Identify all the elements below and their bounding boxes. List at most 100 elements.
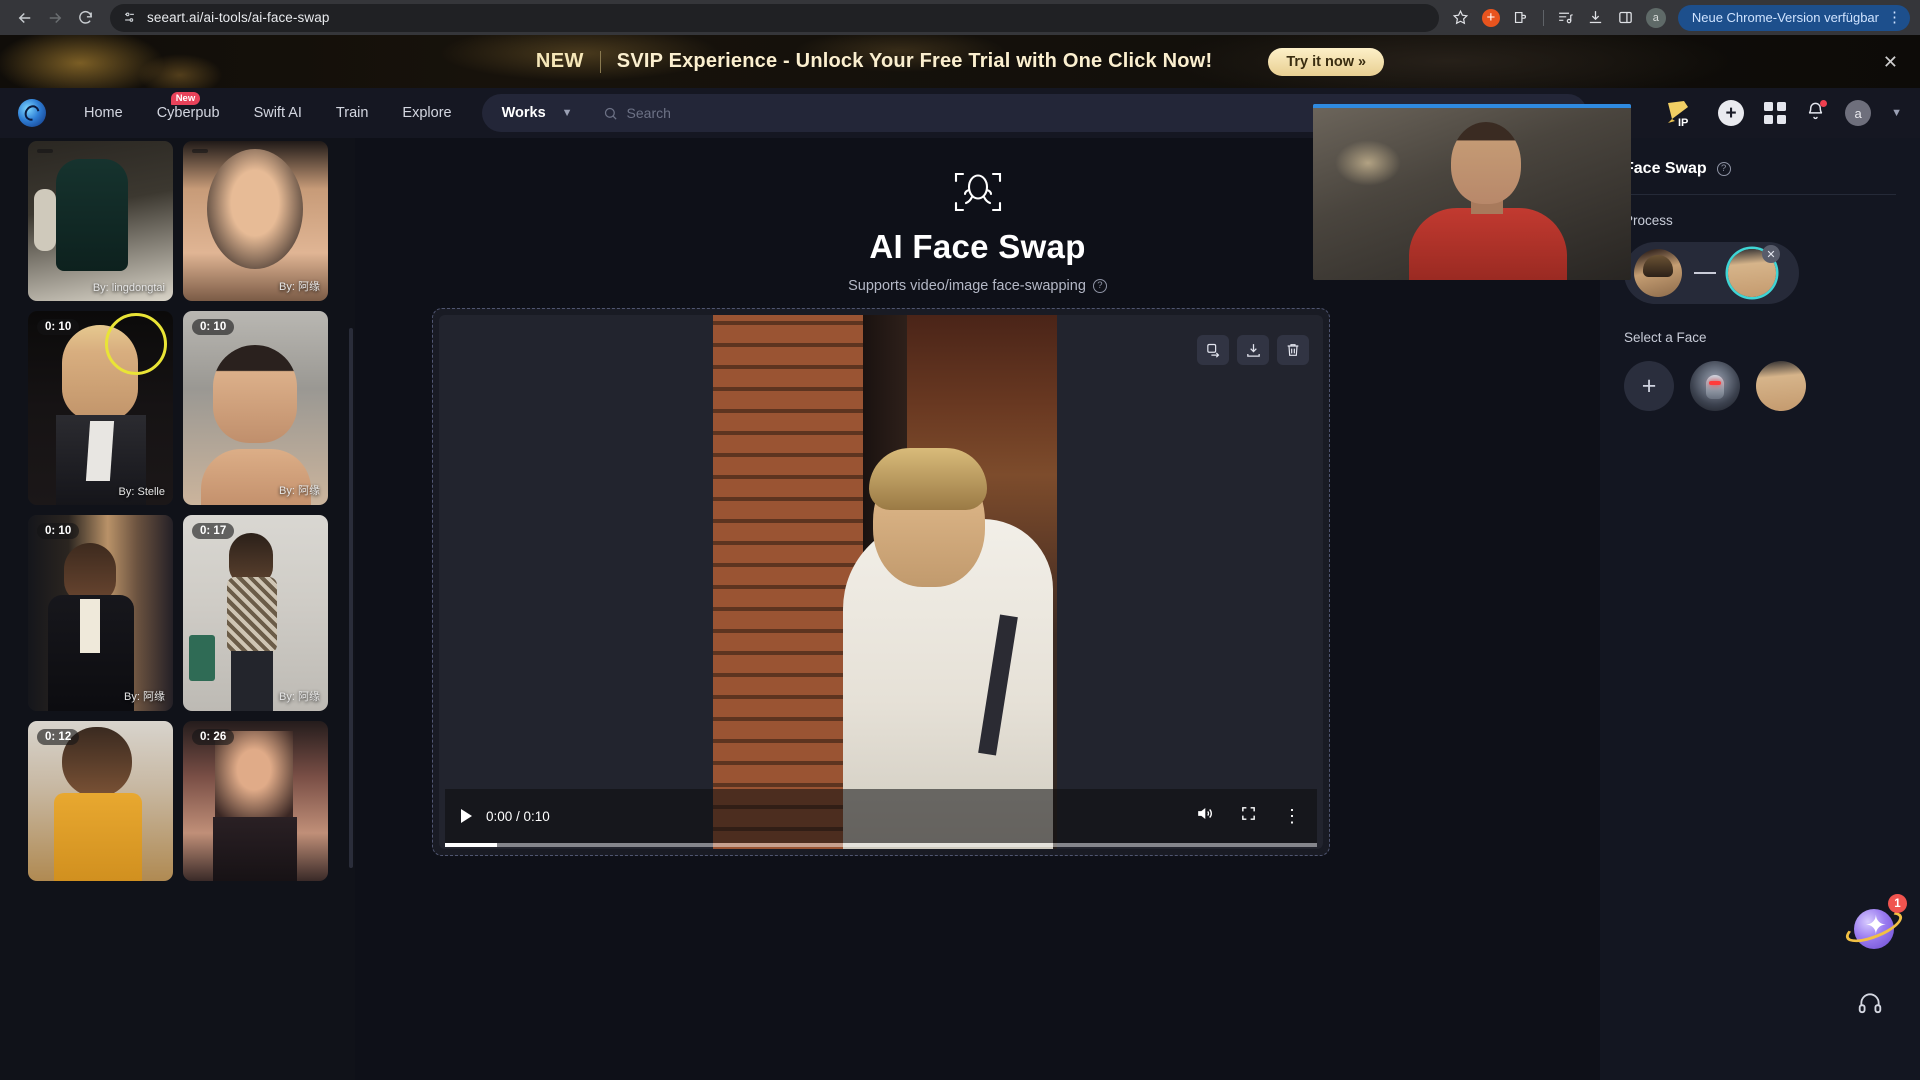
nav-label: Explore xyxy=(402,105,452,121)
vip-pen-icon[interactable]: IP xyxy=(1664,99,1698,129)
avatar-chevron-down-icon[interactable]: ▼ xyxy=(1891,107,1902,119)
chevron-down-icon[interactable]: ▼ xyxy=(562,107,573,119)
author-label: By: Stelle xyxy=(118,486,165,498)
pair-connector xyxy=(1694,272,1716,274)
list-item[interactable]: 0: 17 By: 阿缘 xyxy=(183,515,328,711)
list-item[interactable]: 0: 26 xyxy=(183,721,328,881)
bell-icon[interactable] xyxy=(1806,100,1828,125)
close-icon[interactable]: ✕ xyxy=(1762,245,1780,263)
video-player[interactable]: 0:00 / 0:10 ⋮ xyxy=(439,315,1323,849)
browser-toolbar: seeart.ai/ai-tools/ai-face-swap + a Neue… xyxy=(0,0,1920,35)
face-swap-pair[interactable]: ✕ xyxy=(1624,242,1799,304)
face-options-row: + xyxy=(1624,361,1896,411)
extensions-icon[interactable] xyxy=(1507,4,1535,32)
more-vertical-icon[interactable]: ⋮ xyxy=(1283,807,1301,825)
nav-new-badge: New xyxy=(170,92,201,106)
chrome-update-button[interactable]: Neue Chrome-Version verfügbar ⋮ xyxy=(1677,4,1910,31)
duration-badge xyxy=(192,149,208,153)
face-option-robot[interactable] xyxy=(1690,361,1740,411)
forward-arrow-icon[interactable] xyxy=(40,3,70,33)
face-option-kid[interactable] xyxy=(1756,361,1806,411)
nav-item-explore[interactable]: Explore xyxy=(402,105,451,121)
works-label: Works xyxy=(501,105,546,121)
right-panel-title: Face Swap xyxy=(1624,160,1707,177)
address-bar[interactable]: seeart.ai/ai-tools/ai-face-swap xyxy=(110,3,1439,32)
works-dropdown[interactable]: Works ▼ xyxy=(481,94,587,132)
reload-icon[interactable] xyxy=(70,3,100,33)
download-icon[interactable] xyxy=(1237,335,1269,365)
nav-item-home[interactable]: Home xyxy=(84,105,123,121)
headset-icon[interactable] xyxy=(1857,990,1883,1021)
select-a-face-label: Select a Face xyxy=(1624,330,1707,345)
kebab-menu-icon[interactable]: ⋮ xyxy=(1887,10,1902,25)
webcam-light-glow xyxy=(1335,140,1401,186)
video-progress-fill xyxy=(445,843,498,847)
nav-item-cyberpub[interactable]: New Cyberpub xyxy=(156,92,220,121)
video-scene-brick-wall xyxy=(713,315,863,849)
toolbar-divider xyxy=(1542,9,1544,26)
duration-badge: 0: 17 xyxy=(192,523,235,539)
fullscreen-icon[interactable] xyxy=(1240,805,1257,827)
question-mark-icon[interactable]: ? xyxy=(1092,279,1107,293)
app-header: Home New Cyberpub Swift AI Train Explore… xyxy=(0,88,1920,138)
volume-icon[interactable] xyxy=(1195,804,1214,828)
author-label: By: 阿缘 xyxy=(279,281,320,293)
plus-circle-icon[interactable]: + xyxy=(1718,100,1745,126)
close-icon[interactable]: ✕ xyxy=(1883,53,1898,71)
promo-message: SVIP Experience - Unlock Your Free Trial… xyxy=(616,50,1213,72)
list-item[interactable]: By: lingdongtai xyxy=(28,141,173,301)
source-face-thumb[interactable] xyxy=(1634,249,1682,297)
video-canvas xyxy=(713,315,1057,849)
list-item[interactable]: 0: 12 xyxy=(28,721,173,881)
promo-tag: NEW xyxy=(535,50,584,72)
avatar[interactable]: a xyxy=(1845,100,1872,126)
nav-item-swift-ai[interactable]: Swift AI xyxy=(254,105,302,121)
process-label: Process xyxy=(1624,213,1673,228)
extension-puzzle-orange-icon[interactable]: + xyxy=(1477,4,1505,32)
duration-badge: 0: 10 xyxy=(192,319,235,335)
list-item[interactable]: 0: 10 By: 阿缘 xyxy=(28,515,173,711)
browser-profile-avatar[interactable]: a xyxy=(1642,4,1670,32)
video-action-toolbar xyxy=(1197,335,1309,365)
promo-content: NEW SVIP Experience - Unlock Your Free T… xyxy=(0,35,1920,88)
video-progress-bar[interactable] xyxy=(445,843,1317,847)
add-face-button[interactable]: + xyxy=(1624,361,1674,411)
header-actions: IP + a ▼ xyxy=(1664,99,1902,129)
template-thumbnail-grid: By: lingdongtai By: 阿缘 0: 10 By: Stelle xyxy=(20,141,335,881)
main-nav: Home New Cyberpub Swift AI Train Explore xyxy=(84,92,452,121)
reading-list-icon[interactable] xyxy=(1552,4,1580,32)
seaart-logo[interactable] xyxy=(18,99,46,127)
author-label: By: 阿缘 xyxy=(279,485,320,497)
nav-label: Swift AI xyxy=(253,105,302,121)
sidebar-scrollbar[interactable] xyxy=(349,328,353,868)
search-placeholder: Search xyxy=(626,105,671,121)
video-result-frame: 0:00 / 0:10 ⋮ xyxy=(432,308,1330,856)
grid-apps-icon[interactable] xyxy=(1764,102,1787,124)
webcam-person-head xyxy=(1451,122,1521,204)
compare-swap-icon[interactable] xyxy=(1197,335,1229,365)
site-settings-icon[interactable] xyxy=(122,10,137,25)
thumbnail-image xyxy=(28,515,173,711)
planet-bolt-icon[interactable]: ✦ 1 xyxy=(1842,894,1907,958)
target-face-thumb[interactable]: ✕ xyxy=(1728,245,1780,297)
author-label: By: 阿缘 xyxy=(279,691,320,703)
video-controls-bar: 0:00 / 0:10 ⋮ xyxy=(445,789,1317,843)
promo-try-it-now-button[interactable]: Try it now » xyxy=(1268,47,1385,76)
nav-item-train[interactable]: Train xyxy=(336,105,369,121)
promo-banner[interactable]: NEW SVIP Experience - Unlock Your Free T… xyxy=(0,35,1920,88)
side-panel-icon[interactable] xyxy=(1612,4,1640,32)
thumbnail-image xyxy=(183,311,328,505)
back-arrow-icon[interactable] xyxy=(10,3,40,33)
list-item[interactable]: By: 阿缘 xyxy=(183,141,328,301)
download-icon[interactable] xyxy=(1582,4,1610,32)
nav-label: Cyberpub xyxy=(156,105,220,121)
webcam-overlay[interactable] xyxy=(1313,104,1631,280)
author-label: By: lingdongtai xyxy=(92,282,165,294)
list-item[interactable]: 0: 10 By: 阿缘 xyxy=(183,311,328,505)
star-icon[interactable] xyxy=(1447,4,1475,32)
play-icon[interactable] xyxy=(461,809,472,823)
trash-icon[interactable] xyxy=(1277,335,1309,365)
click-highlight-ring xyxy=(105,313,167,375)
page-subtitle: Supports video/image face-swapping ? xyxy=(355,278,1600,294)
question-mark-icon[interactable]: ? xyxy=(1716,162,1731,176)
